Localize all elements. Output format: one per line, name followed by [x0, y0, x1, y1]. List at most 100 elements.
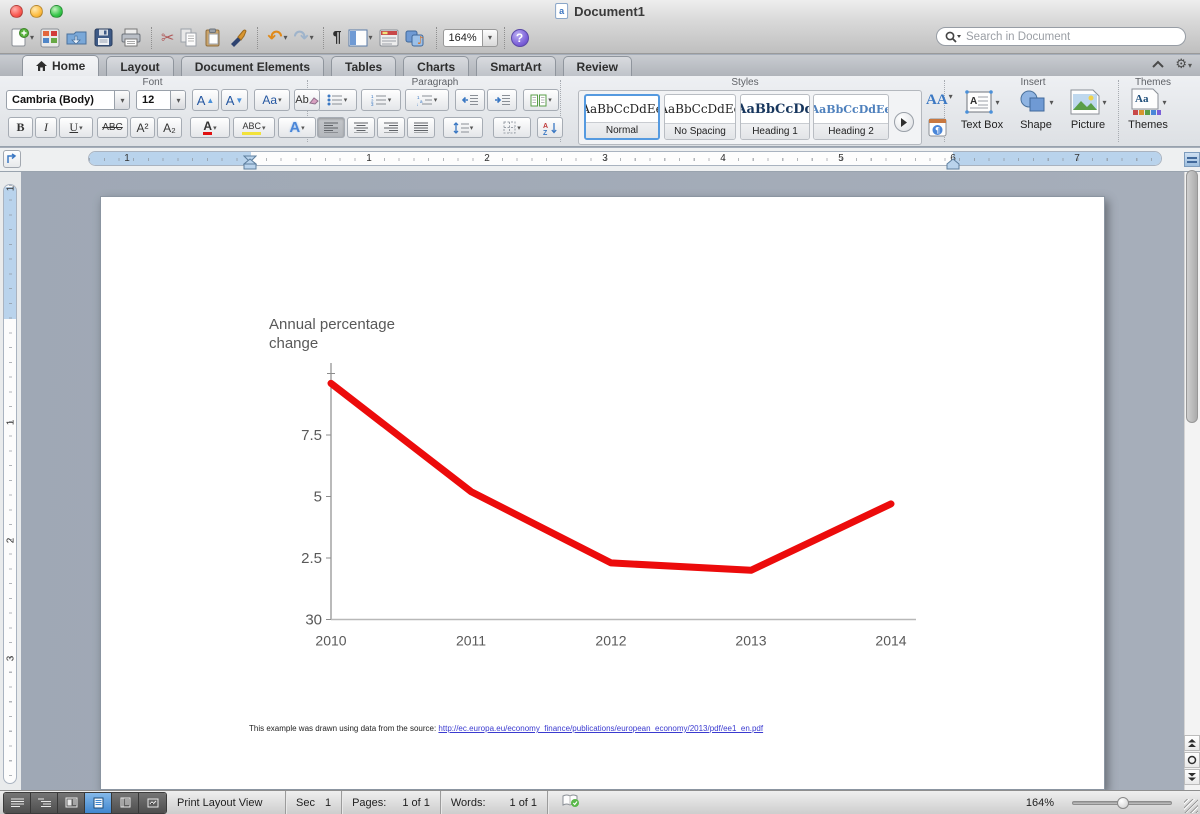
tab-stop-selector[interactable] — [3, 150, 21, 168]
publishing-layout-button[interactable] — [58, 793, 85, 813]
vertical-scrollbar-thumb[interactable] — [1186, 170, 1198, 423]
spelling-status-button[interactable] — [548, 794, 594, 811]
toolbox-button[interactable] — [376, 25, 402, 51]
split-window-handle[interactable] — [1184, 152, 1200, 167]
change-styles-button[interactable]: AA▾ — [926, 92, 953, 109]
styles-pane-button[interactable]: ¶ — [928, 118, 947, 142]
multilevel-dropdown-arrow[interactable]: ▾ — [434, 96, 438, 104]
font-size-combo[interactable]: 12▾ — [136, 90, 186, 110]
outline-view-button[interactable] — [31, 793, 58, 813]
borders-button[interactable]: ▾ — [493, 117, 531, 138]
insert-text-box-button[interactable]: A▾ Text Box — [958, 88, 1006, 131]
columns-dropdown-arrow[interactable]: ▾ — [548, 96, 552, 104]
save-button[interactable] — [91, 25, 117, 51]
font-size-dropdown[interactable]: ▾ — [170, 91, 185, 109]
shape-dropdown-arrow[interactable]: ▾ — [1049, 98, 1053, 107]
grow-font-button[interactable]: A▲ — [192, 89, 219, 111]
change-styles-dropdown-arrow[interactable]: ▾ — [949, 92, 953, 101]
zoom-window-button[interactable] — [50, 5, 63, 18]
numbering-dropdown-arrow[interactable]: ▾ — [388, 96, 392, 104]
line-spacing-dropdown-arrow[interactable]: ▾ — [470, 124, 474, 132]
font-name-dropdown[interactable]: ▾ — [114, 91, 129, 109]
words-label[interactable]: Words: — [441, 797, 496, 809]
justify-button[interactable] — [407, 117, 435, 138]
focus-view-button[interactable] — [139, 793, 166, 813]
subscript-button[interactable]: A₂ — [157, 117, 182, 138]
gallery-button[interactable] — [37, 25, 63, 51]
columns-button[interactable]: ▾ — [523, 89, 559, 111]
style-heading-1[interactable]: AaBbCcDd Heading 1 — [740, 94, 810, 140]
zoom-slider[interactable] — [1072, 801, 1172, 805]
align-center-button[interactable] — [347, 117, 375, 138]
tab-review[interactable]: Review — [563, 56, 632, 76]
minimize-window-button[interactable] — [30, 5, 43, 18]
next-page-button[interactable] — [1184, 769, 1200, 785]
italic-button[interactable]: I — [35, 117, 57, 138]
sidebar-view-button[interactable]: ▾ — [345, 25, 376, 51]
text-effects-dropdown-arrow[interactable]: ▾ — [301, 124, 305, 132]
align-right-button[interactable] — [377, 117, 405, 138]
resize-grip[interactable] — [1184, 799, 1198, 813]
zoom-dropdown[interactable]: ▾ — [483, 29, 498, 47]
help-button[interactable]: ? — [511, 29, 529, 47]
clear-formatting-button[interactable]: Ab — [294, 89, 320, 111]
tab-home[interactable]: Home — [22, 55, 99, 76]
tab-smartart[interactable]: SmartArt — [476, 56, 555, 76]
styles-gallery-more-button[interactable] — [894, 112, 914, 132]
tab-layout[interactable]: Layout — [106, 56, 173, 76]
numbering-button[interactable]: 123▾ — [361, 89, 401, 111]
notebook-layout-button[interactable] — [112, 793, 139, 813]
close-window-button[interactable] — [10, 5, 23, 18]
new-dropdown-arrow[interactable]: ▾ — [30, 33, 34, 42]
underline-button[interactable]: U▾ — [59, 117, 93, 138]
shrink-font-button[interactable]: A▼ — [221, 89, 248, 111]
insert-picture-button[interactable]: ▾ Picture — [1064, 88, 1112, 131]
highlight-dropdown-arrow[interactable]: ▾ — [262, 124, 266, 132]
paste-button[interactable] — [201, 25, 225, 51]
strikethrough-button[interactable]: ABC — [97, 117, 128, 138]
source-link[interactable]: http://ec.europa.eu/economy_finance/publ… — [438, 724, 763, 733]
bold-button[interactable]: B — [8, 117, 33, 138]
copy-button[interactable] — [177, 25, 201, 51]
collapse-ribbon-icon[interactable] — [1151, 60, 1165, 69]
document-page[interactable]: Annual percentage change 7.552.530201020… — [100, 196, 1105, 790]
new-document-button[interactable]: ▾ — [8, 25, 37, 51]
tab-document-elements[interactable]: Document Elements — [181, 56, 324, 76]
search-field[interactable]: Search in Document — [936, 27, 1186, 46]
style-heading-2[interactable]: AaBbCcDdEe Heading 2 — [813, 94, 889, 140]
themes-button[interactable]: Aa▾ Themes — [1124, 88, 1172, 131]
undo-dropdown-arrow[interactable]: ▾ — [284, 33, 288, 42]
undo-button[interactable]: ↶▾ — [264, 25, 290, 51]
line-spacing-button[interactable]: ▾ — [443, 117, 483, 138]
underline-dropdown-arrow[interactable]: ▾ — [79, 124, 83, 132]
zoom-value[interactable]: 164% — [443, 29, 483, 47]
highlight-button[interactable]: ABC▾ — [233, 117, 275, 138]
increase-indent-button[interactable] — [487, 89, 517, 111]
sort-button[interactable]: AZ — [537, 117, 563, 138]
tab-charts[interactable]: Charts — [403, 56, 469, 76]
style-no-spacing[interactable]: AaBbCcDdEe No Spacing — [664, 94, 736, 140]
align-left-button[interactable] — [317, 117, 345, 138]
pages-label[interactable]: Pages: — [342, 797, 396, 809]
text-effects-button[interactable]: A▾ — [278, 117, 316, 138]
font-name-combo[interactable]: Cambria (Body)▾ — [6, 90, 130, 110]
bullets-dropdown-arrow[interactable]: ▾ — [344, 96, 348, 104]
cut-button[interactable]: ✂ — [158, 25, 177, 51]
redo-button[interactable]: ↷▾ — [291, 25, 317, 51]
zoom-combo[interactable]: 164% ▾ — [443, 29, 498, 47]
select-browse-object-button[interactable] — [1184, 752, 1200, 768]
sidebar-dropdown-arrow[interactable]: ▾ — [369, 33, 373, 42]
show-marks-button[interactable]: ¶ — [330, 25, 345, 51]
insert-shape-button[interactable]: ▾ Shape — [1012, 88, 1060, 131]
media-browser-button[interactable]: ♪ — [402, 25, 430, 51]
font-color-button[interactable]: A▾ — [190, 117, 230, 138]
picture-dropdown-arrow[interactable]: ▾ — [1102, 98, 1106, 107]
multilevel-list-button[interactable]: 1ai▾ — [405, 89, 449, 111]
previous-page-button[interactable] — [1184, 735, 1200, 751]
vertical-ruler[interactable]: 1123 — [3, 184, 17, 784]
bullets-button[interactable]: ▾ — [317, 89, 357, 111]
section-label[interactable]: Sec — [286, 797, 325, 809]
tab-tables[interactable]: Tables — [331, 56, 396, 76]
print-button[interactable] — [117, 25, 145, 51]
zoom-slider-thumb[interactable] — [1117, 797, 1129, 809]
